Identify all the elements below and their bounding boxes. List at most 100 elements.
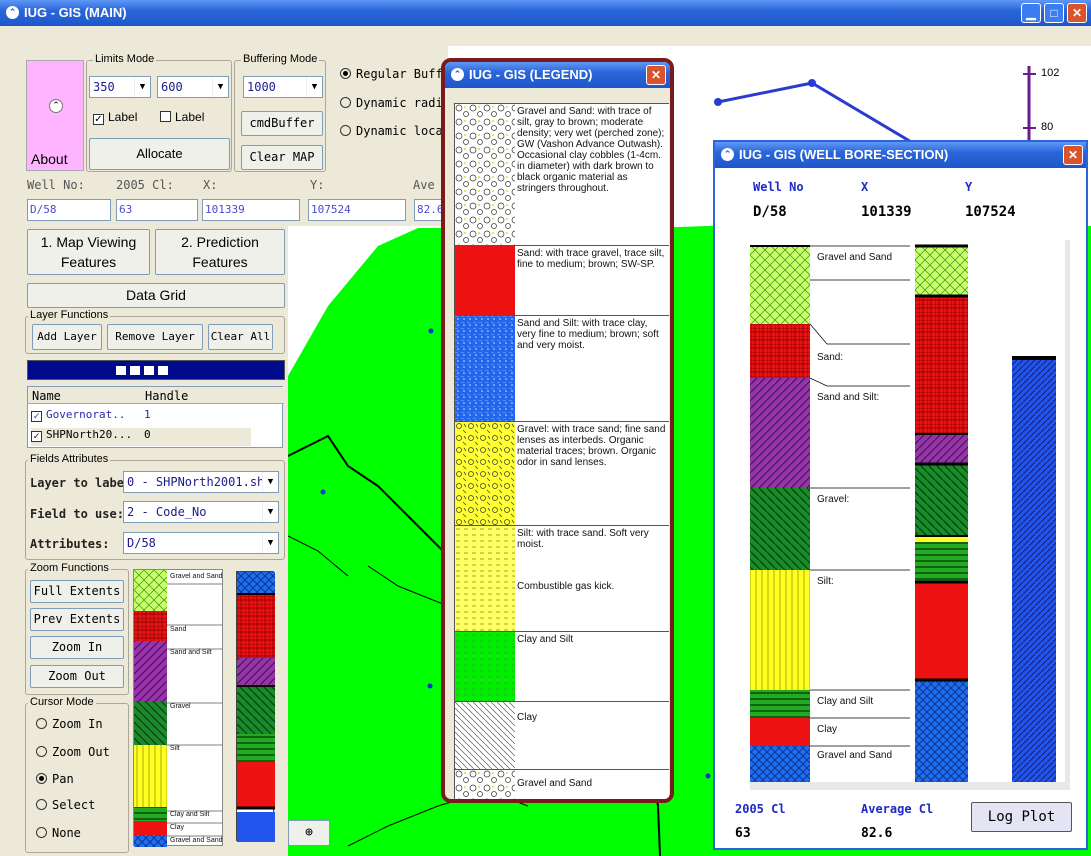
- remove-layer-button[interactable]: Remove Layer: [107, 324, 203, 350]
- label-checkbox-2[interactable]: Label: [160, 110, 204, 124]
- bore-label-2: Sand and Silt:: [817, 392, 880, 403]
- close-button[interactable]: ✕: [1063, 145, 1083, 165]
- maximize-button[interactable]: □: [1044, 3, 1064, 23]
- grid-header-handle[interactable]: Handle: [145, 389, 188, 403]
- window-menu-icon[interactable]: ⌃: [6, 6, 19, 19]
- buffer-value-select[interactable]: 1000 ▼: [243, 76, 323, 98]
- label-checkbox-1[interactable]: ✓ Label: [93, 110, 137, 125]
- full-extents-button[interactable]: Full Extents: [30, 580, 124, 603]
- cursor-select-radio[interactable]: Select: [36, 798, 95, 812]
- legend-item: Clay: [455, 701, 669, 770]
- clear-map-button[interactable]: Clear MAP: [241, 145, 323, 170]
- well-no-value: D/58: [753, 204, 787, 220]
- cl-header: 2005 Cl: [735, 802, 786, 816]
- x-value: 101339: [861, 204, 912, 220]
- map-viewing-features-button[interactable]: 1. Map Viewing Features: [27, 229, 150, 275]
- mini-label-6: Clay: [170, 824, 185, 831]
- window-menu-icon[interactable]: ⌃: [721, 148, 734, 161]
- cursor-none-radio[interactable]: None: [36, 826, 81, 840]
- bore-label-5: Clay and Silt: [817, 696, 874, 707]
- limit-max-select[interactable]: 600 ▼: [157, 76, 229, 98]
- window-menu-icon[interactable]: ⌃: [451, 68, 464, 81]
- data-grid-button[interactable]: Data Grid: [27, 283, 285, 308]
- cl-label: 2005 Cl:: [116, 178, 174, 192]
- ave-label: Ave: [413, 178, 435, 192]
- x-header: X: [861, 180, 869, 194]
- wellbore-title: IUG - GIS (WELL BORE-SECTION): [739, 147, 949, 162]
- magnifier-plus-icon[interactable]: ⊕: [288, 820, 330, 846]
- x-field[interactable]: 101339: [202, 199, 300, 221]
- y-header: Y: [965, 180, 973, 194]
- y-field[interactable]: 107524: [308, 199, 406, 221]
- wellbore-titlebar[interactable]: ⌃ IUG - GIS (WELL BORE-SECTION) ✕: [715, 142, 1086, 168]
- collapse-icon: ⌃: [49, 99, 63, 113]
- radio-dynamic-radius[interactable]: Dynamic radi: [340, 96, 443, 110]
- close-button[interactable]: ✕: [1067, 3, 1087, 23]
- close-button[interactable]: ✕: [646, 65, 666, 85]
- y-label: Y:: [310, 178, 325, 192]
- avg-cl-header: Average Cl: [861, 802, 934, 816]
- grid-header-name[interactable]: Name: [32, 389, 61, 403]
- y-value: 107524: [965, 204, 1016, 220]
- clear-all-button[interactable]: Clear All: [208, 324, 273, 350]
- mini-label-1: Sand: [170, 626, 187, 633]
- minimize-button[interactable]: ▁: [1021, 3, 1041, 23]
- field-to-use-label: Field to use:: [30, 507, 124, 521]
- mini-strata-column: [236, 571, 275, 842]
- well-no-header: Well No: [753, 180, 804, 194]
- prev-extents-button[interactable]: Prev Extents: [30, 608, 124, 631]
- limit-min-select[interactable]: 350 ▼: [89, 76, 151, 98]
- radio-dynamic-local[interactable]: Dynamic loca: [340, 124, 443, 138]
- main-titlebar[interactable]: ⌃ IUG - GIS (MAIN) ▁ □ ✕: [0, 0, 1091, 26]
- about-button[interactable]: ⌃ About: [26, 60, 84, 171]
- cursor-zoom-in-radio[interactable]: Zoom In: [36, 717, 103, 731]
- table-row[interactable]: ✓ SHPNorth20... 0: [31, 428, 251, 446]
- bore-label-0: Gravel and Sand: [817, 252, 893, 263]
- mini-label-0: Gravel and Sand: [170, 573, 223, 580]
- cl-field[interactable]: 63: [116, 199, 198, 221]
- legend-item: Silt: with trace sand. Soft very moist.: [455, 525, 669, 574]
- cursor-pan-radio[interactable]: Pan: [36, 772, 74, 786]
- zoom-in-button[interactable]: Zoom In: [30, 636, 124, 659]
- legend-titlebar[interactable]: ⌃ IUG - GIS (LEGEND) ✕: [445, 62, 670, 88]
- avg-cl-value: 82.6: [861, 826, 893, 841]
- main-title: IUG - GIS (MAIN): [24, 5, 127, 20]
- cursor-zoom-out-radio[interactable]: Zoom Out: [36, 745, 110, 759]
- log-plot-button[interactable]: Log Plot: [971, 802, 1072, 832]
- well-no-field[interactable]: D/58: [27, 199, 111, 221]
- legend-item: Clay and Silt: [455, 631, 669, 702]
- mini-label-2: Sand and Silt: [170, 649, 212, 656]
- bore-label-7: Gravel and Sand: [817, 750, 893, 761]
- layer-to-label-select[interactable]: 0 - SHPNorth2001.sh ▼: [123, 471, 279, 493]
- legend-title: IUG - GIS (LEGEND): [469, 67, 593, 82]
- mini-label-3: Gravel: [170, 703, 191, 710]
- legend-window: ⌃ IUG - GIS (LEGEND) ✕ Gravel and Sand: …: [445, 62, 670, 799]
- bore-column: Gravel and Sand Sand: Sand and Silt: Gra…: [735, 240, 1070, 790]
- attributes-select[interactable]: D/58 ▼: [123, 532, 279, 554]
- legend-window-frame: ⌃ IUG - GIS (LEGEND) ✕ Gravel and Sand: …: [441, 58, 674, 803]
- bore-label-3: Gravel:: [817, 494, 850, 505]
- legend-item: Gravel: with trace sand; fine sand lense…: [455, 421, 669, 526]
- radio-regular-buffer[interactable]: Regular Buffe: [340, 67, 450, 81]
- bore-label-6: Clay: [817, 724, 838, 735]
- cmdbuffer-button[interactable]: cmdBuffer: [241, 111, 323, 136]
- bore-label-4: Silt:: [817, 576, 834, 587]
- legend-item: Sand and Silt: with trace clay, very fin…: [455, 315, 669, 422]
- wellbore-window: ⌃ IUG - GIS (WELL BORE-SECTION) ✕ Well N…: [713, 140, 1088, 850]
- zoom-out-button[interactable]: Zoom Out: [30, 665, 124, 688]
- mini-label-4: Silt: [170, 745, 180, 752]
- attributes-label: Attributes:: [30, 537, 110, 551]
- table-row[interactable]: ✓ Governorat.. 1: [31, 408, 251, 426]
- legend-item: Gravel and Sand: with trace of silt, gra…: [455, 103, 669, 246]
- field-to-use-select[interactable]: 2 - Code_No ▼: [123, 501, 279, 523]
- layers-grid[interactable]: Name Handle ✓ Governorat.. 1 ✓ SHPNorth20..…: [27, 386, 284, 448]
- bore-label-1: Sand:: [817, 352, 844, 363]
- mini-label-5: Clay and Silt: [170, 811, 210, 818]
- add-layer-button[interactable]: Add Layer: [32, 324, 102, 350]
- mini-bore-section: Gravel and Sand Sand Sand and Silt Grave…: [133, 569, 223, 847]
- legend-list: Gravel and Sand: with trace of silt, gra…: [454, 103, 669, 799]
- cl-value: 63: [735, 826, 751, 841]
- prediction-features-button[interactable]: 2. Prediction Features: [155, 229, 285, 275]
- legend-item: Gravel and Sand: [455, 769, 669, 799]
- allocate-button[interactable]: Allocate: [89, 138, 230, 170]
